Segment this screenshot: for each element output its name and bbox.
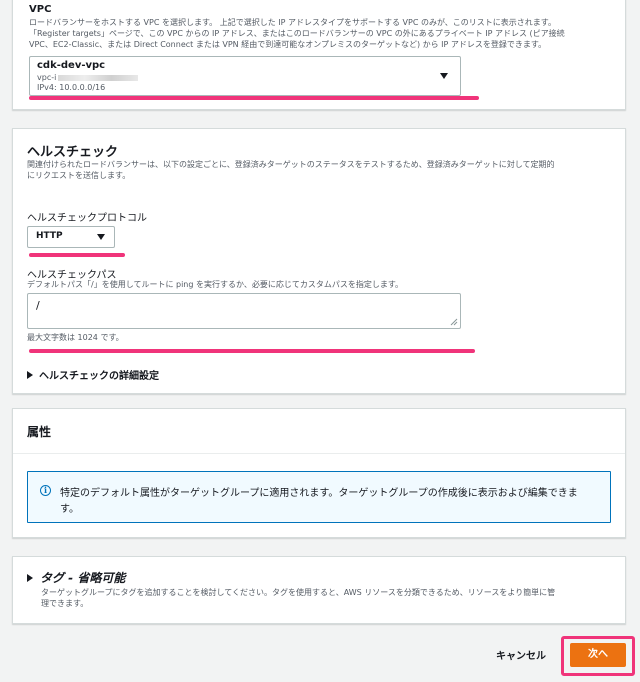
- health-check-description-1: 関連付けられたロードバランサーは、以下の設定ごとに、登録済みターゲットのステータ…: [27, 160, 555, 169]
- path-description: デフォルトパス「/」を使用してルートに ping を実行するか、必要に応じてカス…: [27, 280, 404, 289]
- info-alert: i 特定のデフォルト属性がターゲットグループに適用されます。ターゲットグループの…: [27, 471, 611, 523]
- vpc-id-text: vpc-i: [37, 73, 57, 82]
- next-button[interactable]: 次へ: [570, 643, 626, 667]
- protocol-label: ヘルスチェックプロトコル: [27, 213, 147, 224]
- health-check-description-2: にリクエストを送信します。: [27, 171, 131, 180]
- tags-title: タグ - 省略可能: [40, 571, 126, 585]
- chevron-down-icon: [97, 234, 105, 240]
- attributes-panel: 属性 i 特定のデフォルト属性がターゲットグループに適用されます。ターゲットグル…: [12, 408, 626, 538]
- next-button-label: 次へ: [588, 649, 608, 660]
- highlight-underline-protocol: [29, 253, 125, 257]
- tags-panel: タグ - 省略可能 ターゲットグループにタグを追加することを検討してください。タ…: [12, 556, 626, 624]
- path-input-value: /: [36, 299, 40, 312]
- protocol-select[interactable]: HTTP: [27, 226, 115, 248]
- vpc-label: VPC: [29, 4, 52, 15]
- path-input[interactable]: /: [27, 293, 461, 329]
- health-check-panel: ヘルスチェック 関連付けられたロードバランサーは、以下の設定ごとに、登録済みター…: [12, 128, 626, 394]
- info-icon: i: [40, 485, 51, 496]
- attributes-divider: [13, 453, 625, 454]
- resize-handle-icon[interactable]: [450, 318, 458, 326]
- tags-toggle[interactable]: タグ - 省略可能: [27, 569, 125, 586]
- vpc-panel: VPC ロードバランサーをホストする VPC を選択します。 上記で選択した I…: [12, 0, 626, 110]
- info-text-2: す。: [60, 504, 79, 515]
- tags-description-1: ターゲットグループにタグを追加することを検討してください。タグを使用すると、AW…: [41, 588, 556, 597]
- cancel-button[interactable]: キャンセル: [496, 647, 546, 662]
- attributes-title: 属性: [27, 425, 52, 439]
- health-check-title: ヘルスチェック: [27, 145, 119, 160]
- caret-right-icon: [27, 370, 33, 379]
- advanced-settings-toggle[interactable]: ヘルスチェックの詳細設定: [27, 367, 159, 382]
- vpc-id-redacted: [58, 74, 139, 81]
- tags-description-2: 理できます。: [41, 599, 89, 608]
- vpc-select-cidr: IPv4: 10.0.0.0/16: [37, 83, 106, 92]
- vpc-select-id: vpc-i: [37, 73, 139, 82]
- vpc-select-name: cdk-dev-vpc: [37, 60, 106, 71]
- protocol-select-value: HTTP: [36, 231, 63, 241]
- vpc-select[interactable]: cdk-dev-vpc vpc-i IPv4: 10.0.0.0/16: [29, 56, 461, 96]
- chevron-down-icon: [440, 73, 448, 79]
- vpc-description-3: VPC、EC2-Classic、または Direct Connect または V…: [29, 40, 547, 49]
- caret-right-icon: [27, 573, 33, 582]
- advanced-settings-label: ヘルスチェックの詳細設定: [39, 371, 159, 382]
- highlight-underline-vpc: [29, 96, 479, 100]
- vpc-description-2: 「Register targets」ページで、この VPC からの IP アドレ…: [29, 29, 565, 38]
- vpc-description-1: ロードバランサーをホストする VPC を選択します。 上記で選択した IP アド…: [29, 18, 556, 27]
- info-text-1: 特定のデフォルト属性がターゲットグループに適用されます。ターゲットグループの作成…: [60, 488, 578, 499]
- path-hint: 最大文字数は 1024 です。: [27, 333, 124, 342]
- highlight-underline-path: [29, 349, 475, 353]
